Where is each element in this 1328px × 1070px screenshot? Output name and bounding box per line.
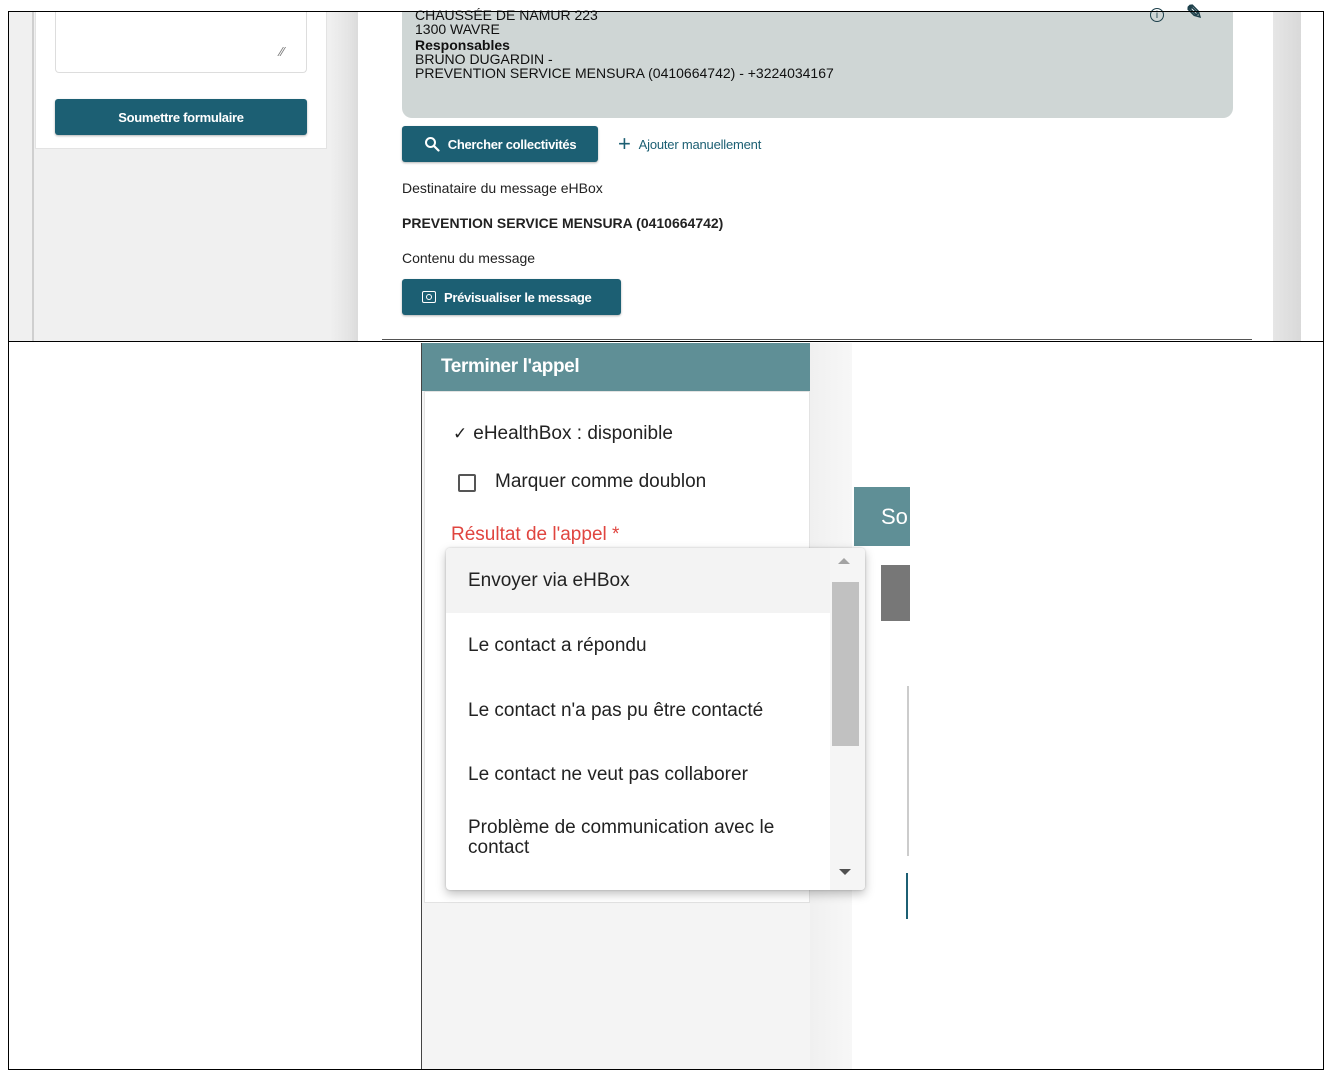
table-divider (8, 341, 1324, 342)
table-frame (8, 11, 1324, 1070)
